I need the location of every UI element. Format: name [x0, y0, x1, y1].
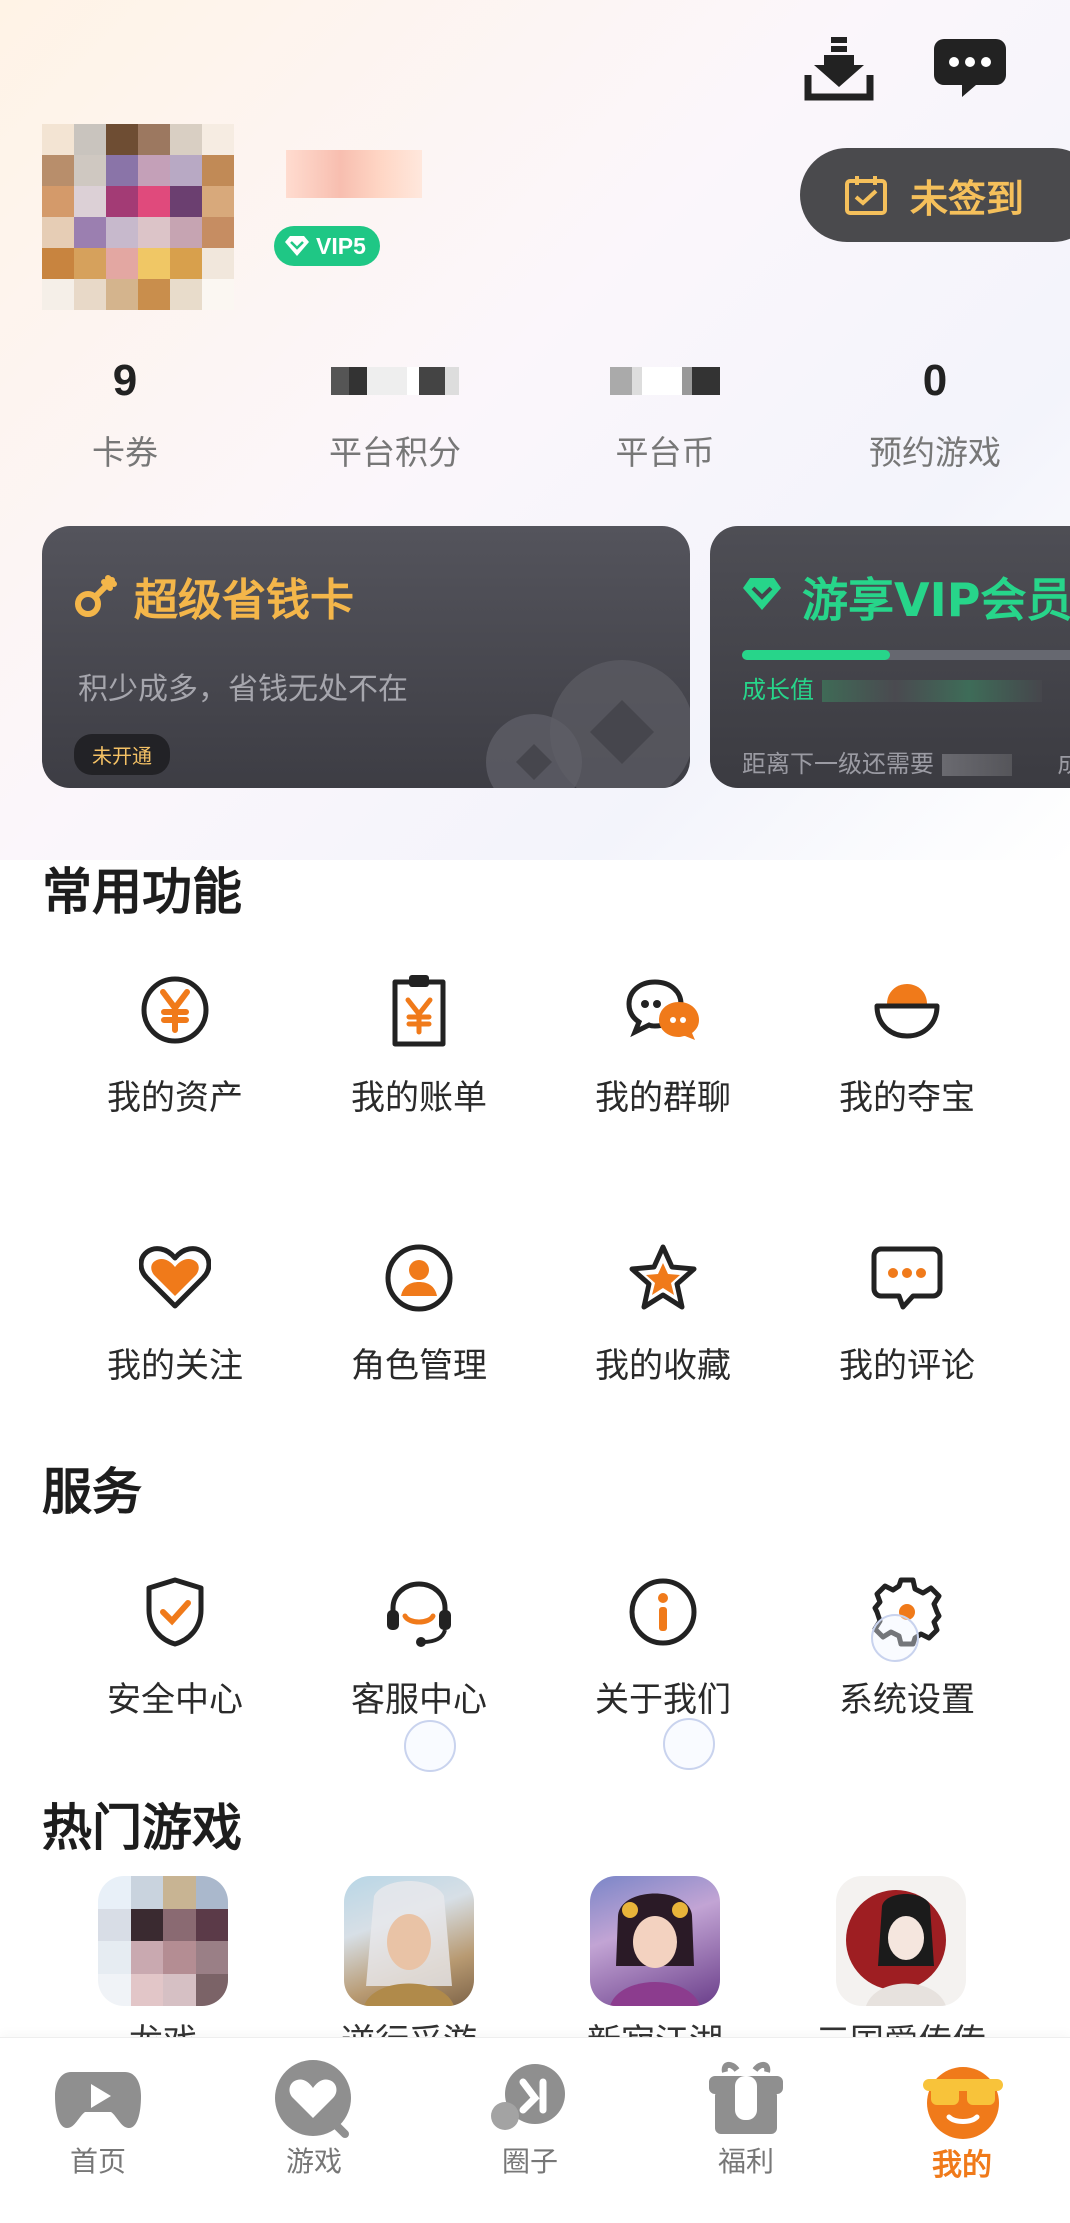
game-icon-3[interactable] — [590, 1876, 720, 2006]
heart-icon — [135, 1238, 215, 1318]
star-icon — [623, 1238, 703, 1318]
func-label: 我的夺宝 — [839, 1078, 975, 1118]
func-label: 我的关注 — [107, 1346, 243, 1386]
func-my-follow[interactable]: 我的关注 — [65, 1238, 285, 1387]
tab-welfare[interactable]: 福利 — [656, 2058, 836, 2180]
service-label: 关于我们 — [595, 1680, 731, 1720]
coin-decoration — [486, 660, 690, 788]
service-label: 安全中心 — [107, 1680, 243, 1720]
money-card-title: 超级省钱卡 — [134, 575, 354, 626]
stat-value-blurred — [295, 350, 495, 412]
group-chat-icon — [623, 970, 703, 1050]
section-title-common: 常用功能 — [42, 863, 242, 921]
vip-member-card[interactable]: 游享VIP会员 成长值 距离下一级还需要 成 — [710, 526, 1070, 788]
vip-card-title: 游享VIP会员 — [802, 573, 1070, 627]
stat-label: 预约游戏 — [869, 433, 1001, 472]
user-icon — [379, 1238, 459, 1318]
avatar[interactable] — [42, 124, 234, 310]
stat-label: 平台币 — [615, 433, 715, 472]
game-icon-1[interactable] — [98, 1876, 228, 2006]
service-security-center[interactable]: 安全中心 — [65, 1572, 285, 1721]
func-my-comments[interactable]: 我的评论 — [797, 1238, 1017, 1387]
tab-label: 游戏 — [285, 2145, 342, 2178]
tab-label: 圈子 — [501, 2145, 558, 2178]
func-my-assets[interactable]: 我的资产 — [65, 970, 285, 1119]
tab-label: 我的 — [932, 2148, 992, 2183]
signin-label: 未签到 — [910, 176, 1025, 221]
home-gamepad-icon — [53, 2058, 143, 2138]
me-face-icon — [917, 2058, 1007, 2139]
section-title-services: 服务 — [42, 1463, 142, 1521]
func-label: 我的账单 — [351, 1078, 487, 1118]
vip-badge[interactable]: VIP5 — [274, 226, 380, 266]
stat-value: 9 — [112, 356, 138, 405]
service-about-us[interactable]: 关于我们 — [553, 1572, 773, 1721]
stat-value: 0 — [922, 356, 948, 405]
section-title-hot-games: 热门游戏 — [42, 1799, 242, 1857]
bottom-tab-bar: 首页 游戏 圈子 福利 我的 — [0, 2037, 1070, 2223]
tab-label: 首页 — [69, 2145, 126, 2178]
func-label: 我的群聊 — [595, 1078, 731, 1118]
func-my-bill[interactable]: 我的账单 — [309, 970, 529, 1119]
touch-ripple — [663, 1718, 715, 1770]
download-icon[interactable] — [799, 28, 879, 108]
game-heart-icon — [269, 2058, 359, 2138]
touch-ripple — [404, 1720, 456, 1772]
comment-icon — [867, 1238, 947, 1318]
headset-icon — [379, 1572, 459, 1652]
calendar-check-icon — [845, 176, 887, 215]
gift-icon — [701, 2058, 791, 2138]
vip-diamond-icon — [743, 578, 781, 610]
stat-reserved-games[interactable]: 0 预约游戏 — [835, 350, 1035, 474]
stat-coupons[interactable]: 9 卡券 — [25, 350, 225, 474]
tab-me[interactable]: 我的 — [872, 2058, 1052, 2184]
growth-progress-bar — [742, 650, 1070, 660]
func-label: 我的收藏 — [595, 1346, 731, 1386]
tab-circle[interactable]: 圈子 — [440, 2058, 620, 2180]
money-card-subtitle: 积少成多，省钱无处不在 — [78, 672, 408, 707]
func-my-treasure[interactable]: 我的夺宝 — [797, 970, 1017, 1119]
func-role-management[interactable]: 角色管理 — [309, 1238, 529, 1387]
circle-chat-icon — [485, 2058, 575, 2138]
diamond-icon — [285, 236, 309, 256]
stat-label: 卡券 — [92, 433, 158, 472]
stat-value-blurred — [565, 350, 765, 412]
stat-label: 平台积分 — [329, 433, 461, 472]
tab-label: 福利 — [717, 2145, 774, 2178]
stat-points[interactable]: 平台积分 — [295, 350, 495, 474]
growth-label: 成长值 — [742, 670, 1042, 705]
money-saving-card[interactable]: 超级省钱卡 积少成多，省钱无处不在 未开通 — [42, 526, 690, 788]
func-my-favorites[interactable]: 我的收藏 — [553, 1238, 773, 1387]
vip-level: VIP5 — [316, 232, 366, 259]
yuan-coin-icon — [135, 970, 215, 1050]
username-blurred — [286, 150, 422, 198]
func-label: 我的评论 — [839, 1346, 975, 1386]
bill-icon — [379, 970, 459, 1050]
game-icon-4[interactable] — [836, 1876, 966, 2006]
stat-platform-coins[interactable]: 平台币 — [565, 350, 765, 474]
tab-home[interactable]: 首页 — [8, 2058, 188, 2180]
shield-icon — [135, 1572, 215, 1652]
game-icon-2[interactable] — [344, 1876, 474, 2006]
treasure-bowl-icon — [867, 970, 947, 1050]
tab-games[interactable]: 游戏 — [224, 2058, 404, 2180]
touch-ripple — [871, 1614, 919, 1662]
signin-button[interactable]: 未签到 — [800, 148, 1070, 242]
info-icon — [623, 1572, 703, 1652]
next-level-text: 距离下一级还需要 成 — [742, 750, 1070, 778]
func-label: 角色管理 — [351, 1346, 487, 1386]
key-icon — [75, 575, 117, 617]
service-label: 系统设置 — [839, 1680, 975, 1720]
message-icon[interactable] — [930, 28, 1010, 108]
money-card-status: 未开通 — [74, 734, 170, 775]
service-label: 客服中心 — [351, 1680, 487, 1720]
service-customer-center[interactable]: 客服中心 — [309, 1572, 529, 1721]
func-label: 我的资产 — [107, 1078, 243, 1118]
func-my-group-chat[interactable]: 我的群聊 — [553, 970, 773, 1119]
